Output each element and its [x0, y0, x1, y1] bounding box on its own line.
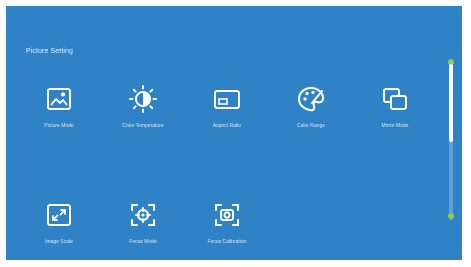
image-scale-label: Image Scale: [45, 239, 73, 245]
color-temperature-label: Color Temperature: [122, 123, 164, 129]
picture-mode-label: Picture Mode: [44, 123, 74, 129]
picture-setting-screen: Picture Setting Picture Mode Color Tempe…: [6, 6, 462, 260]
color-range-icon: [298, 87, 324, 112]
scroll-up-indicator: [448, 59, 454, 64]
mirror-mode-item[interactable]: Mirror Mode: [356, 84, 434, 129]
color-temperature-icon: [129, 85, 157, 113]
color-temperature-item[interactable]: Color Temperature: [104, 84, 182, 129]
focus-mode-label: Focus Mode: [129, 239, 157, 245]
page-title: Picture Setting: [26, 48, 74, 55]
color-range-label: Color Range: [296, 123, 326, 129]
aspect-ratio-icon: [214, 90, 240, 109]
scrollbar[interactable]: [448, 59, 454, 220]
focus-calibration-label: Focus Calibration: [207, 239, 247, 245]
image-scale-item[interactable]: Image Scale: [20, 200, 98, 245]
image-scale-icon: [47, 204, 71, 226]
color-range-item[interactable]: Color Range: [272, 84, 350, 129]
picture-mode-icon: [47, 88, 71, 110]
mirror-mode-icon: [383, 88, 407, 110]
aspect-ratio-label: Aspect Ratio: [212, 123, 242, 129]
scroll-down-indicator: [448, 214, 454, 219]
mirror-mode-label: Mirror Mode: [381, 123, 409, 129]
focus-calibration-item[interactable]: Focus Calibration: [188, 200, 266, 245]
scrollbar-thumb[interactable]: [449, 64, 453, 142]
focus-calibration-icon: [215, 204, 239, 226]
focus-mode-icon: [131, 204, 155, 226]
picture-mode-item[interactable]: Picture Mode: [20, 84, 98, 129]
aspect-ratio-item[interactable]: Aspect Ratio: [188, 84, 266, 129]
focus-mode-item[interactable]: Focus Mode: [104, 200, 182, 245]
